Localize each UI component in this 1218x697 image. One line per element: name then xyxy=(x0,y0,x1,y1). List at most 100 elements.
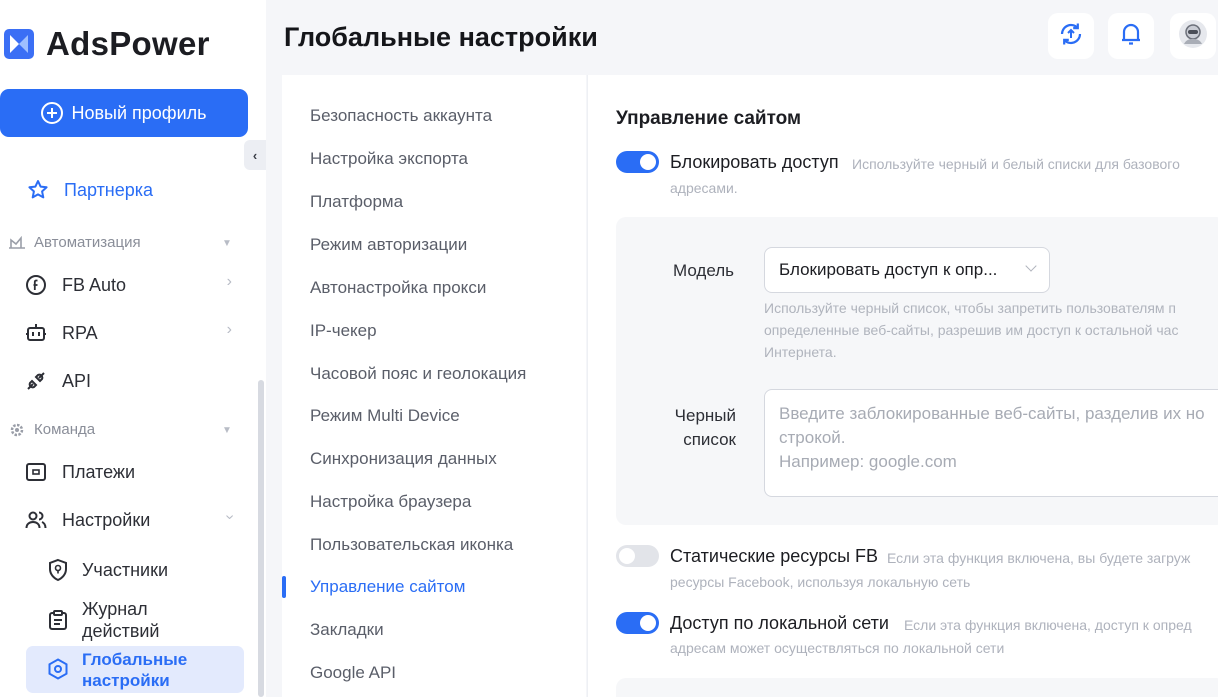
model-help-line: определенные веб-сайты, разрешив им дост… xyxy=(764,322,1179,338)
menu-item[interactable]: IP-чекер xyxy=(310,321,377,341)
sidebar-item-label-group: Журнал действий xyxy=(82,598,159,642)
sidebar-item-label: Участники xyxy=(82,559,168,580)
plus-circle-icon xyxy=(41,102,64,124)
block-access-label: Блокировать доступ xyxy=(670,152,839,172)
caret-down-icon: ▼ xyxy=(222,238,232,249)
static-fb-desc: Если эта функция включена, вы будете заг… xyxy=(887,550,1191,566)
menu-item[interactable]: Платформа xyxy=(310,192,403,212)
users-icon xyxy=(24,508,48,532)
app-logo[interactable]: AdsPower xyxy=(4,24,210,64)
menu-item[interactable]: Управление сайтом xyxy=(310,577,465,597)
menu-item[interactable]: Google API xyxy=(310,663,396,683)
menu-active-indicator xyxy=(282,576,286,598)
lan-access-desc-2: адресам может осуществляться по локально… xyxy=(670,640,1005,656)
menu-item[interactable]: Безопасность аккаунта xyxy=(310,106,492,126)
new-profile-button[interactable]: Новый профиль xyxy=(0,89,248,137)
lan-access-toggle[interactable] xyxy=(616,612,659,634)
sidebar-item-settings[interactable]: Настройки xyxy=(24,508,150,532)
blacklist-input[interactable]: Введите заблокированные веб-сайты, разде… xyxy=(764,389,1218,497)
toggle-knob xyxy=(619,548,635,564)
placeholder-line: строкой. xyxy=(779,428,846,447)
sidebar-item-partner[interactable]: Партнерка xyxy=(26,178,153,202)
avatar xyxy=(1178,19,1208,54)
sync-button[interactable] xyxy=(1048,13,1094,59)
sync-icon xyxy=(1058,21,1084,52)
bell-icon xyxy=(1119,21,1143,52)
section-team[interactable]: Команда xyxy=(8,421,95,438)
sidebar-item-label: настройки xyxy=(82,671,170,690)
plug-icon xyxy=(24,369,48,393)
menu-item[interactable]: Часовой пояс и геолокация xyxy=(310,364,526,384)
menu-item[interactable]: Настройка браузера xyxy=(310,492,471,512)
shield-user-icon xyxy=(46,558,70,582)
facebook-cycle-icon xyxy=(24,273,48,297)
blacklist-label: Черный список xyxy=(646,404,736,452)
collapse-sidebar-button[interactable]: ‹ xyxy=(244,140,266,170)
app-name: AdsPower xyxy=(46,25,210,62)
section-automation[interactable]: Автоматизация xyxy=(8,234,141,251)
caret-down-icon: ▼ xyxy=(222,425,232,436)
sidebar-item-activity-log[interactable]: Журнал действий xyxy=(46,598,159,642)
avatar-button[interactable] xyxy=(1170,13,1216,59)
sidebar-item-label-group: Глобальные настройки xyxy=(82,649,187,691)
toggle-knob xyxy=(640,615,656,631)
chevron-left-icon: ‹ xyxy=(252,147,258,163)
star-icon xyxy=(26,178,50,202)
sidebar-item-api[interactable]: API xyxy=(24,369,91,393)
automation-icon xyxy=(8,235,26,251)
placeholder-line: Введите заблокированные веб-сайты, разде… xyxy=(779,404,1205,423)
chevron-down-icon: › xyxy=(221,514,239,520)
model-select[interactable]: Блокировать доступ к опр... xyxy=(764,247,1050,293)
sidebar-item-label: действий xyxy=(82,621,160,641)
menu-item[interactable]: Пользовательская иконка xyxy=(310,535,513,555)
static-fb-toggle[interactable] xyxy=(616,545,659,567)
section-title: Управление сайтом xyxy=(616,108,802,129)
page-title: Глобальные настройки xyxy=(284,22,598,52)
chevron-down-icon xyxy=(1025,260,1037,272)
sidebar-item-label: RPA xyxy=(62,322,98,343)
payment-icon xyxy=(24,460,48,484)
chevron-right-icon: › xyxy=(226,273,232,290)
sidebar-item-rpa[interactable]: RPA xyxy=(24,321,98,345)
menu-item[interactable]: Режим Multi Device xyxy=(310,406,460,426)
sidebar-item-members[interactable]: Участники xyxy=(46,558,168,582)
menu-item[interactable]: Синхронизация данных xyxy=(310,449,497,469)
menu-item[interactable]: Автонастройка прокси xyxy=(310,278,486,298)
sidebar-item-label: Партнерка xyxy=(64,179,154,200)
sidebar-item-label: Платежи xyxy=(62,461,136,482)
menu-item[interactable]: Настройка экспорта xyxy=(310,149,468,169)
sidebar-item-fb-auto[interactable]: FB Auto xyxy=(24,273,126,297)
blacklist-label-line: список xyxy=(683,430,736,449)
gear-icon xyxy=(8,422,26,438)
model-help-line: Интернета. xyxy=(764,344,837,360)
sidebar: AdsPower Новый профиль ‹ Партнерка Автом… xyxy=(0,0,266,697)
menu-item[interactable]: Режим авторизации xyxy=(310,235,467,255)
section-label: Автоматизация xyxy=(34,234,141,251)
notifications-button[interactable] xyxy=(1108,13,1154,59)
section-label: Команда xyxy=(34,421,96,438)
menu-item[interactable]: Закладки xyxy=(310,620,384,640)
clipboard-icon xyxy=(46,608,70,632)
sidebar-item-payments[interactable]: Платежи xyxy=(24,460,135,484)
placeholder-line: Например: google.com xyxy=(779,452,957,471)
model-label: Модель xyxy=(672,261,734,280)
static-fb-desc-2: ресурсы Facebook, используя локальную се… xyxy=(670,574,971,590)
sidebar-item-label: Настройки xyxy=(62,509,151,530)
sidebar-item-label: API xyxy=(62,370,92,391)
hexagon-settings-icon xyxy=(46,657,70,686)
model-help-line: Используйте черный список, чтобы запрети… xyxy=(764,300,1176,316)
sidebar-item-label: Глобальные xyxy=(82,650,188,669)
block-access-toggle[interactable] xyxy=(616,151,659,173)
toggle-knob xyxy=(640,154,656,170)
sidebar-scrollbar[interactable] xyxy=(258,380,264,697)
sidebar-item-label: FB Auto xyxy=(62,274,127,295)
sidebar-item-label: Журнал xyxy=(82,599,148,619)
new-profile-label: Новый профиль xyxy=(71,102,207,123)
logo-icon xyxy=(4,29,34,59)
next-config-box xyxy=(616,678,1218,697)
lan-access-label: Доступ по локальной сети xyxy=(670,613,889,633)
blacklist-label-line: Черный xyxy=(674,406,736,425)
chevron-right-icon: › xyxy=(226,321,232,338)
robot-icon xyxy=(24,321,48,345)
lan-access-desc: Если эта функция включена, доступ к опре… xyxy=(904,617,1192,633)
